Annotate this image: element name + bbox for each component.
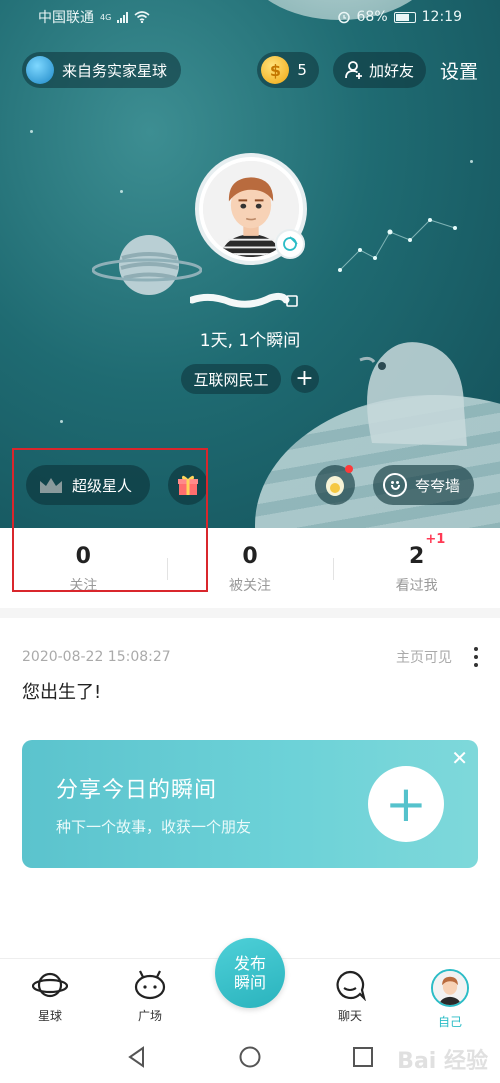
- settings-button[interactable]: 设置: [440, 57, 478, 84]
- star-decoration: [60, 420, 63, 423]
- share-add-button[interactable]: +: [368, 766, 444, 842]
- alarm-icon: [337, 11, 350, 24]
- post-date: 2020-08-22 15:08:27: [22, 649, 171, 665]
- home-icon[interactable]: [238, 1045, 262, 1069]
- clock: 12:19: [421, 9, 462, 25]
- super-star-label: 超级星人: [72, 476, 133, 495]
- add-friend-label: 加好友: [368, 61, 414, 80]
- tab-planet-label: 星球: [37, 1009, 62, 1023]
- publish-label: 发布瞬间: [233, 953, 266, 992]
- following-label: 关注: [69, 578, 98, 594]
- followers-counter[interactable]: 0 被关注: [166, 528, 334, 608]
- share-close-button[interactable]: ✕: [451, 746, 468, 770]
- back-icon[interactable]: [125, 1045, 149, 1069]
- smile-icon: [382, 473, 407, 497]
- avatar-icon: [431, 969, 469, 1007]
- following-count: 0: [75, 544, 91, 569]
- followers-label: 被关注: [229, 578, 271, 594]
- saturn-decoration: [92, 235, 202, 295]
- egg-button[interactable]: [314, 465, 355, 505]
- coin-icon: $: [261, 56, 290, 84]
- share-moment-card[interactable]: 分享今日的瞬间 种下一个故事，收获一个朋友 + ✕: [22, 740, 478, 868]
- network-type: 4G: [100, 12, 112, 22]
- home-planet-button[interactable]: 来自务实家星球: [22, 52, 182, 88]
- more-options-icon[interactable]: [474, 647, 478, 667]
- egg-icon: [325, 476, 344, 496]
- edit-sparkle-icon: [283, 236, 298, 251]
- profile-avatar[interactable]: [195, 153, 307, 265]
- tab-self-label: 自己: [437, 1015, 462, 1029]
- add-friend-button[interactable]: 加好友: [332, 52, 426, 88]
- share-card-title: 分享今日的瞬间: [56, 778, 218, 803]
- post-body: 您出生了!: [22, 682, 102, 703]
- notification-dot: [344, 465, 353, 473]
- seal-mascot: [359, 342, 467, 446]
- praise-wall-button[interactable]: 夸夸墙: [372, 465, 474, 505]
- star-decoration: [120, 190, 123, 193]
- status-bar: 中国联通 4G 68% 12:19: [0, 0, 500, 34]
- gift-button[interactable]: [168, 465, 209, 505]
- system-navbar: Bai 经验: [0, 1030, 500, 1083]
- signal-icon: [117, 11, 129, 23]
- followers-count: 0: [242, 544, 258, 569]
- home-planet-label: 来自务实家星球: [62, 61, 168, 80]
- planet-icon: [32, 972, 68, 998]
- wifi-icon: [134, 11, 150, 23]
- battery-percent: 68%: [356, 9, 388, 25]
- tab-chat[interactable]: 聊天: [300, 959, 400, 1030]
- tab-square-label: 广场: [137, 1009, 162, 1023]
- gift-icon: [178, 475, 199, 495]
- watermark-logo: Bai 经验: [397, 1049, 488, 1074]
- tab-self[interactable]: 自己: [400, 959, 500, 1030]
- coin-button[interactable]: $ 5: [257, 52, 319, 88]
- coin-count: 5: [297, 61, 307, 79]
- star-decoration: [470, 160, 473, 163]
- post-meta: 2020-08-22 15:08:27 主页可见: [22, 647, 478, 667]
- recents-icon[interactable]: [351, 1045, 375, 1069]
- crown-icon: [40, 478, 62, 493]
- profile-tag[interactable]: 互联网民工: [181, 364, 281, 394]
- star-decoration: [30, 130, 33, 133]
- visitors-counter[interactable]: 2 +1 看过我: [333, 528, 500, 608]
- add-tag-button[interactable]: +: [290, 365, 319, 393]
- planet-icon: [26, 56, 54, 84]
- profile-hero: 中国联通 4G 68% 12:19 来自务实家星球 $ 5 加好友 设置 1天,…: [0, 0, 500, 528]
- share-card-subtitle: 种下一个故事，收获一个朋友: [56, 818, 252, 836]
- battery-icon: [393, 11, 416, 23]
- square-icon: [134, 970, 166, 1000]
- following-counter[interactable]: 0 关注: [0, 528, 167, 608]
- tab-square[interactable]: 广场: [100, 959, 200, 1030]
- chat-icon: [336, 970, 366, 1001]
- publish-moment-button[interactable]: 发布瞬间: [215, 938, 285, 1008]
- super-star-button[interactable]: 超级星人: [26, 465, 151, 505]
- visitors-badge: +1: [425, 532, 446, 547]
- tab-chat-label: 聊天: [337, 1009, 362, 1023]
- visitors-label: 看过我: [395, 578, 438, 594]
- praise-wall-label: 夸夸墙: [414, 476, 460, 495]
- visitors-count: 2: [409, 544, 425, 569]
- tab-planet[interactable]: 星球: [0, 959, 100, 1030]
- constellation-decoration: [338, 218, 457, 272]
- section-divider: [0, 608, 500, 618]
- avatar-edit-button[interactable]: [275, 229, 305, 259]
- post-visibility: 主页可见: [396, 650, 452, 666]
- add-user-icon: [345, 61, 362, 79]
- follow-counters: 0 关注 0 被关注 2 +1 看过我: [0, 528, 500, 608]
- username-redacted: [190, 292, 298, 308]
- carrier-label: 中国联通: [38, 10, 94, 26]
